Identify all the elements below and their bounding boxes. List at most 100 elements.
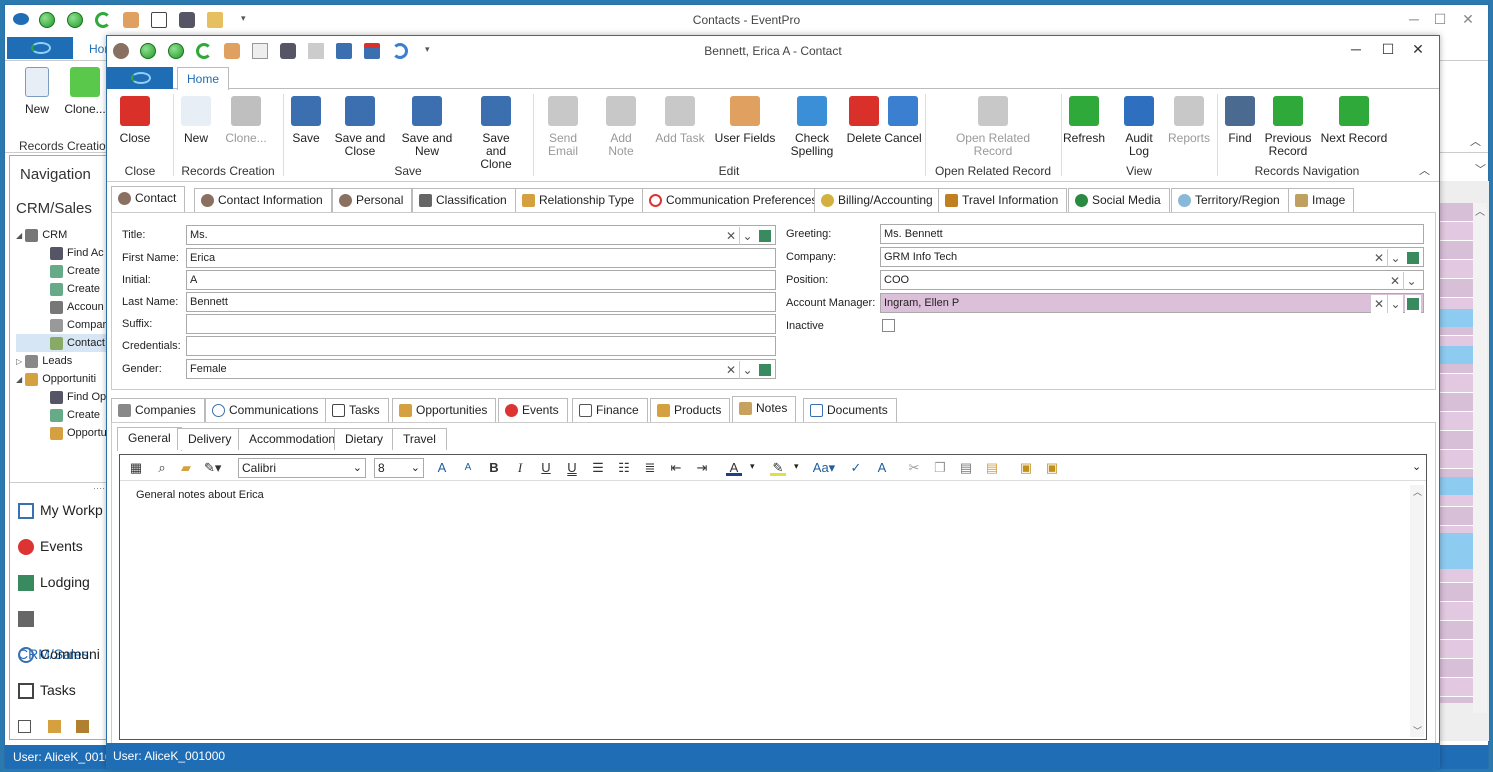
clipboard-icon[interactable]: [48, 720, 61, 733]
ribbon-button-previous[interactable]: Previous Record: [1259, 96, 1317, 158]
minimize-icon[interactable]: ─: [1343, 41, 1369, 57]
subtab-delivery[interactable]: Delivery: [177, 428, 243, 450]
grid-icon[interactable]: [18, 720, 31, 733]
subtab-dietary[interactable]: Dietary: [334, 428, 395, 450]
workspace-item[interactable]: Lodging: [18, 564, 110, 600]
ribbon-button-new[interactable]: New: [173, 96, 219, 145]
greeting-field[interactable]: Ms. Bennett: [880, 224, 1424, 244]
tree-node[interactable]: Accoun: [16, 298, 110, 316]
dialog-file-button[interactable]: [107, 67, 173, 89]
spell-check-icon[interactable]: ✓: [848, 460, 864, 476]
bg-clone-button[interactable]: Clone...: [63, 67, 107, 116]
ribbon-button-close[interactable]: Close: [107, 96, 163, 145]
ribbon-button-cancel[interactable]: Cancel: [879, 96, 927, 145]
notes-text[interactable]: General notes about Erica: [136, 489, 264, 501]
chevron-down-icon[interactable]: ▾: [750, 461, 755, 472]
chevron-down-icon[interactable]: ﹀: [1475, 161, 1486, 177]
workspace-item[interactable]: Tasks: [18, 672, 110, 708]
last-name-field[interactable]: Bennett: [186, 292, 776, 312]
edit-list-icon[interactable]: [1405, 295, 1421, 313]
chevron-down-icon[interactable]: ⌄: [1412, 460, 1421, 473]
tree-node[interactable]: ▷ Leads: [16, 352, 110, 370]
title-combo[interactable]: Ms. ✕ ⌄: [186, 225, 776, 245]
italic-icon[interactable]: I: [512, 460, 528, 476]
ribbon-button-save-and-new[interactable]: Save and New: [389, 96, 465, 158]
tree-node[interactable]: Find Op: [16, 388, 110, 406]
ribbon-button-user-fields[interactable]: User Fields: [713, 96, 777, 145]
tab-classification[interactable]: Classification: [412, 188, 516, 212]
ribbon-button-check[interactable]: Check Spelling: [789, 96, 835, 158]
copy-icon[interactable]: ❐: [932, 460, 948, 476]
numbering-icon[interactable]: ☷: [616, 460, 632, 476]
ribbon-button-add-task[interactable]: Add Task: [655, 96, 705, 145]
ribbon-button-audit[interactable]: Audit Log: [1119, 96, 1159, 158]
workspace-item[interactable]: My Workp: [18, 492, 110, 528]
clear-icon[interactable]: ✕: [723, 361, 739, 379]
ribbon-button-send-email[interactable]: Send Email: [533, 96, 593, 158]
ribbon-button-clone[interactable]: Clone...: [221, 96, 271, 145]
tree-node[interactable]: ◢ Opportuniti: [16, 370, 110, 388]
subtab-accommodation[interactable]: Accommodation: [238, 428, 347, 450]
insert-field-icon[interactable]: ▣: [1018, 460, 1034, 476]
chevron-down-icon[interactable]: ▾: [794, 461, 799, 472]
tab-companies[interactable]: Companies: [111, 398, 205, 422]
position-combo[interactable]: COO ✕ ⌄: [880, 270, 1424, 290]
font-size-select[interactable]: 8 ⌄: [374, 458, 424, 478]
multilevel-list-icon[interactable]: ≣: [642, 460, 658, 476]
tab-relationship-type[interactable]: Relationship Type: [515, 188, 644, 212]
paste-special-icon[interactable]: ▤: [984, 460, 1000, 476]
font-color-icon[interactable]: A: [726, 460, 742, 476]
clear-icon[interactable]: ✕: [1371, 295, 1387, 313]
account-manager-combo[interactable]: Ingram, Ellen P ✕ ⌄: [880, 293, 1424, 313]
chevron-down-icon[interactable]: ⌄: [739, 227, 755, 245]
tab-finance[interactable]: Finance: [572, 398, 648, 422]
chevron-down-icon[interactable]: ⌄: [1387, 249, 1403, 267]
underline-icon[interactable]: U: [538, 460, 554, 476]
tab-contact[interactable]: Contact: [111, 186, 186, 213]
close-icon[interactable]: ✕: [1455, 11, 1481, 28]
double-underline-icon[interactable]: U: [564, 460, 580, 476]
company-combo[interactable]: GRM Info Tech ✕ ⌄: [880, 247, 1424, 267]
tab-opportunities[interactable]: Opportunities: [392, 398, 497, 422]
font-dialog-icon[interactable]: A: [874, 460, 890, 476]
chevron-up-icon[interactable]: ︿: [1413, 485, 1422, 498]
chevron-down-icon[interactable]: ⌄: [739, 361, 755, 379]
table-icon[interactable]: ▦: [128, 460, 144, 476]
tree-node-selected[interactable]: Contact: [16, 334, 110, 352]
ribbon-button-next-record[interactable]: Next Record: [1315, 96, 1393, 145]
tab-personal[interactable]: Personal: [332, 188, 413, 212]
editor-scrollbar[interactable]: ︿ ﹀: [1410, 485, 1424, 737]
tab-products[interactable]: Products: [650, 398, 731, 422]
tree-node[interactable]: Create: [16, 280, 110, 298]
chevron-down-icon[interactable]: ⌄: [1387, 295, 1403, 313]
tab-tasks[interactable]: Tasks: [325, 398, 389, 422]
ribbon-button-refresh[interactable]: Refresh: [1061, 96, 1107, 145]
tab-documents[interactable]: Documents: [803, 398, 897, 422]
ribbon-button-save-and[interactable]: Save and Clone: [471, 96, 521, 171]
grid-scrollbar[interactable]: ︿: [1473, 203, 1487, 713]
bg-new-button[interactable]: New: [19, 67, 55, 116]
tree-node[interactable]: Create: [16, 406, 110, 424]
tree-node[interactable]: Find Ac: [16, 244, 110, 262]
inactive-checkbox[interactable]: [882, 319, 895, 332]
ribbon-button-reports[interactable]: Reports: [1165, 96, 1213, 145]
shrink-font-icon[interactable]: A: [460, 460, 476, 476]
ribbon-button-open-related[interactable]: Open Related Record: [925, 96, 1061, 158]
increase-indent-icon[interactable]: ⇥: [694, 460, 710, 476]
tree-node[interactable]: Opportu: [16, 424, 110, 442]
edit-list-icon[interactable]: [757, 361, 773, 379]
subtab-travel[interactable]: Travel: [392, 428, 447, 450]
ribbon-button-save-and[interactable]: Save and Close: [333, 96, 387, 158]
font-family-select[interactable]: Calibri ⌄: [238, 458, 366, 478]
suffix-field[interactable]: [186, 314, 776, 334]
collapse-ribbon-icon[interactable]: ︿: [1470, 133, 1481, 149]
initial-field[interactable]: A: [186, 270, 776, 290]
clear-icon[interactable]: ✕: [1371, 249, 1387, 267]
tab-social-media[interactable]: Social Media: [1068, 188, 1170, 212]
tab-communication-preferences[interactable]: Communication Preferences: [642, 188, 827, 212]
bold-icon[interactable]: B: [486, 460, 502, 476]
tree-node[interactable]: Compar: [16, 316, 110, 334]
workspace-item-active[interactable]: CRM/Sales: [18, 600, 110, 662]
clear-icon[interactable]: ✕: [1387, 272, 1403, 290]
style-icon[interactable]: ✎▾: [204, 460, 221, 476]
